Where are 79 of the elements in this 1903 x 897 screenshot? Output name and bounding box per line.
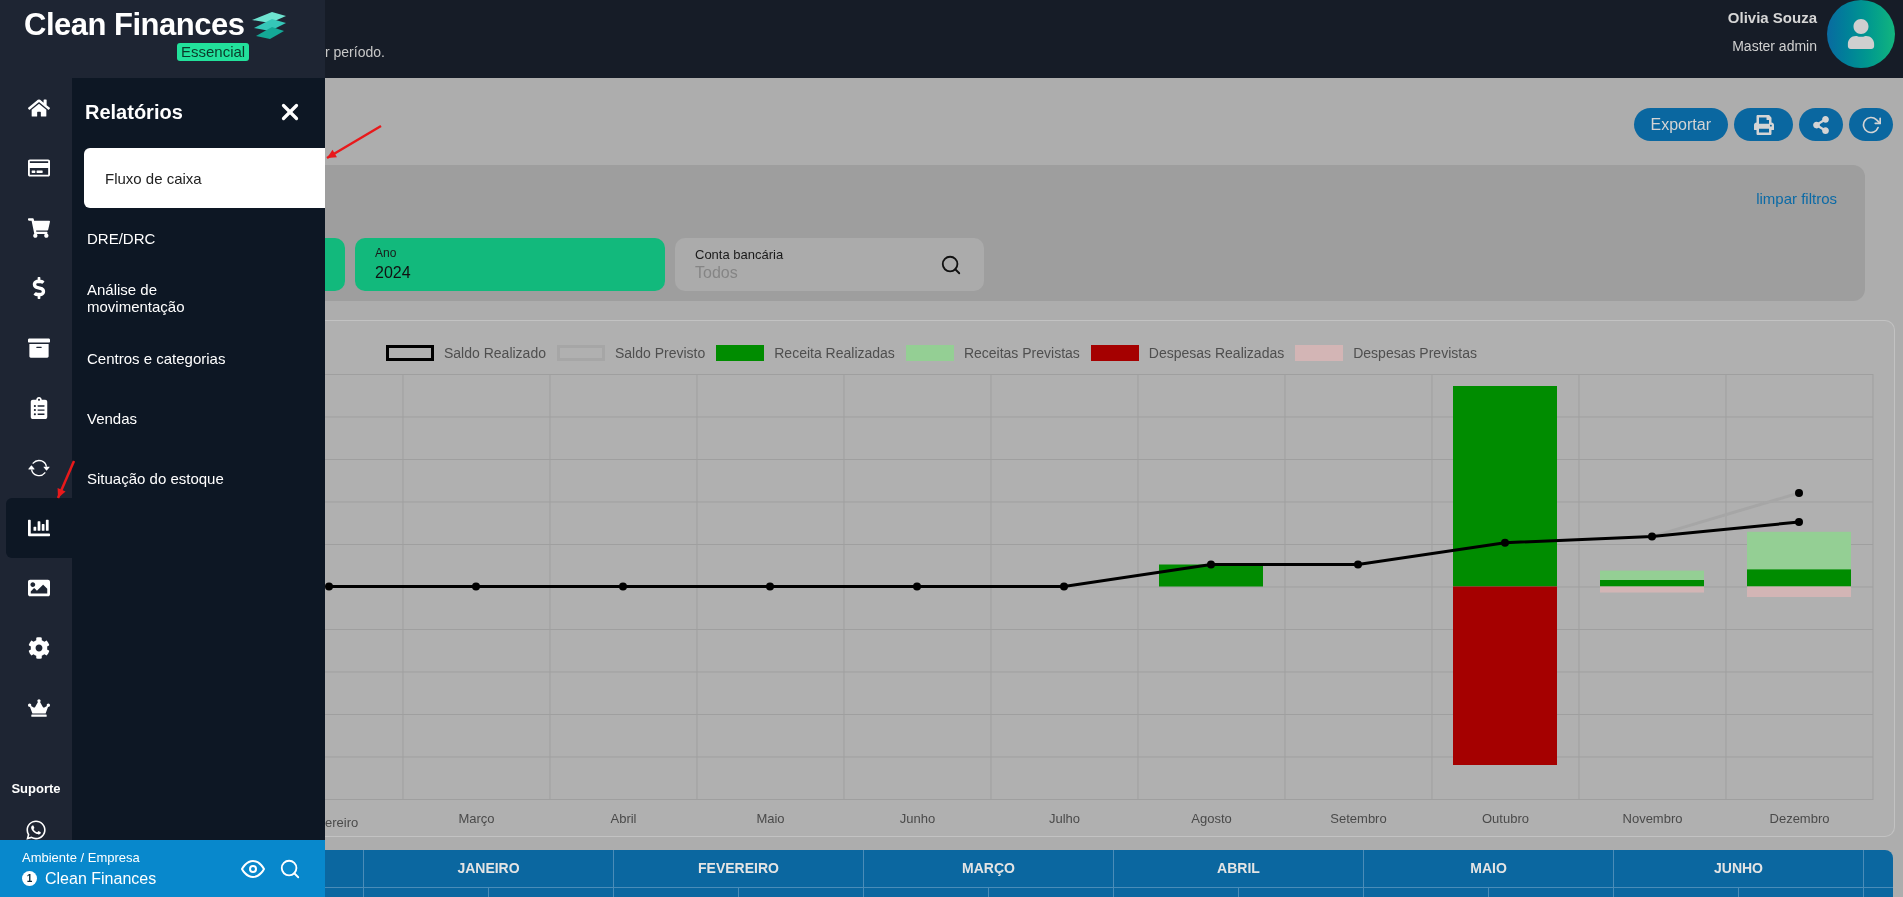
legend-label[interactable]: Receitas Previstas	[963, 342, 1080, 364]
filter-field[interactable]	[325, 238, 345, 291]
image-icon	[28, 577, 50, 599]
field-label: Ano	[375, 246, 398, 261]
plan-badge: Essencial	[177, 43, 250, 61]
count-badge: 1	[22, 871, 37, 886]
refresh-button[interactable]	[1849, 108, 1893, 141]
column-header: JANEIRO	[457, 859, 520, 878]
export-button[interactable]: Exportar	[1633, 108, 1728, 141]
data-point	[913, 582, 921, 591]
menu-title: Relatórios	[85, 100, 183, 125]
page-subtitle: r período.	[325, 43, 385, 61]
settings-icon	[28, 637, 50, 659]
user-name: Olivia Souza	[1727, 8, 1817, 28]
company-name: Clean Finances	[45, 869, 157, 888]
legend-label[interactable]: Despesas Realizadas	[1148, 342, 1285, 364]
share-button[interactable]	[1799, 108, 1843, 141]
axis-label: Novembro	[1622, 810, 1683, 828]
column-header: ABRIL	[1217, 859, 1260, 878]
data-point	[1060, 582, 1068, 591]
cart-icon	[28, 217, 50, 239]
support-label: Suporte	[11, 781, 61, 797]
data-point	[766, 582, 774, 591]
axis-label: Outubro	[1482, 810, 1529, 828]
brand-name: Clean Finances	[24, 6, 245, 44]
menu-item[interactable]: Centros e categorias	[84, 328, 325, 388]
archive-icon	[28, 337, 50, 359]
year-field[interactable]: Ano 2024	[355, 238, 665, 291]
data-point	[472, 582, 480, 591]
bar-chart-icon	[28, 517, 50, 539]
field-label: Conta bancária	[695, 246, 785, 263]
annotation-arrow	[56, 460, 76, 499]
field-value: 2024	[375, 263, 412, 283]
search-icon[interactable]	[279, 857, 301, 880]
data-point	[1207, 560, 1215, 569]
home-icon	[28, 97, 50, 119]
axis-label: Agosto	[1191, 810, 1232, 828]
legend-label[interactable]: Saldo Realizado	[444, 342, 546, 364]
axis-label: Março	[458, 810, 495, 828]
axis-label: Maio	[756, 810, 785, 828]
column-header: MARÇO	[962, 859, 1015, 878]
column-header: MAIO	[1470, 859, 1507, 878]
crown-icon	[28, 697, 50, 719]
legend-label[interactable]: Receita Realizadas	[774, 342, 895, 364]
data-point	[1648, 532, 1656, 541]
axis-label: Julho	[1048, 810, 1081, 828]
axis-label: Setembro	[1330, 810, 1387, 828]
menu-item[interactable]: Vendas	[84, 388, 325, 448]
axis-label: ereiro	[325, 815, 359, 830]
menu-item[interactable]: Situação do estoque	[84, 448, 325, 508]
sidebar-item[interactable]	[6, 498, 72, 558]
share-icon	[1812, 115, 1830, 134]
arrows-icon	[28, 457, 50, 479]
menu-item[interactable]: Fluxo de caixa	[84, 148, 325, 208]
column-header: FEVEREIRO	[698, 859, 779, 878]
credit-card-icon	[28, 157, 50, 179]
chat-icon[interactable]	[25, 819, 47, 840]
workspace-label: Ambiente / Empresa	[22, 849, 141, 866]
menu-item[interactable]: Análise de movimentação	[84, 268, 325, 328]
data-point	[1501, 538, 1509, 547]
data-point	[619, 582, 627, 591]
column-header: JUNHO	[1714, 859, 1763, 878]
user-role: Master admin	[1732, 37, 1817, 55]
legend-label[interactable]: Saldo Previsto	[614, 342, 706, 364]
data-point	[1795, 489, 1803, 497]
search-icon[interactable]	[940, 253, 962, 276]
annotation-arrow	[326, 124, 382, 160]
data-point	[1795, 518, 1803, 526]
axis-label: Junho	[899, 810, 936, 828]
print-button[interactable]	[1734, 108, 1793, 141]
data-point	[325, 582, 333, 591]
print-icon	[1753, 114, 1774, 135]
axis-label: Abril	[610, 810, 637, 828]
axis-label: Dezembro	[1769, 810, 1830, 828]
menu-item[interactable]: DRE/DRC	[84, 208, 325, 268]
data-point	[1354, 560, 1362, 569]
clipboard-icon	[28, 397, 50, 419]
legend-label[interactable]: Despesas Previstas	[1353, 342, 1477, 364]
refresh-icon	[1861, 114, 1881, 135]
